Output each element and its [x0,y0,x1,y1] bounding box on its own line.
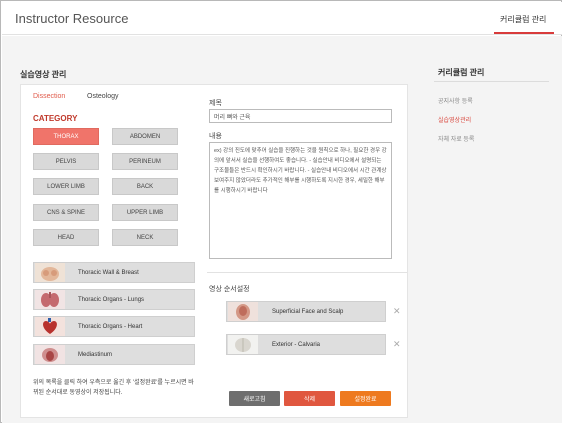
order-item-label: Exterior - Calvaria [272,341,321,348]
delete-button[interactable]: 삭제 [284,391,335,406]
order-item-face-scalp[interactable]: Superficial Face and Scalp [226,301,386,322]
organ-item-label: Thoracic Organs - Heart [78,323,143,330]
help-text: 위의 목록을 클릭 하여 우측으로 옮긴 후 '설정완료'를 누르시면 바뀌된 … [33,380,194,396]
organ-item-label: Thoracic Wall & Breast [78,269,139,276]
remove-order-item-close-icon[interactable]: ✕ [393,339,401,350]
organ-item-heart[interactable]: Thoracic Organs - Heart [33,316,195,337]
nav-tab-active-indicator [494,32,554,34]
organ-item-label: Thoracic Organs - Lungs [78,296,145,303]
organ-item-mediastinum[interactable]: Mediastinum [33,344,195,365]
organ-item-label: Mediastinum [78,351,113,358]
category-heading: CATEGORY [33,114,78,123]
app-window: Instructor Resource 커리큘럼 관리 실습영상 관리 Diss… [0,0,562,423]
sidebar-link-notice[interactable]: 공지사항 등록 [438,96,473,105]
sidebar-title: 커리큘럼 관리 [438,68,485,77]
organ-item-lungs[interactable]: Thoracic Organs - Lungs [33,289,195,310]
content-textarea[interactable]: ex) 강의 진도에 맞추어 실습을 진행하는 것을 원칙으로 하나, 필요한 … [209,142,392,259]
tab-dissection[interactable]: Dissection [33,93,65,100]
remove-order-item-close-icon[interactable]: ✕ [393,306,401,317]
title-label: 제목 [209,100,222,107]
heart-thumbnail-icon [35,317,65,336]
category-button-back[interactable]: BACK [112,178,178,195]
app-title: Instructor Resource [15,11,129,26]
tab-osteology[interactable]: Osteology [87,93,119,100]
sidebar-link-resource[interactable]: 자체 자료 등록 [438,134,474,143]
category-button-pelvis[interactable]: PELVIS [33,153,99,170]
content-label: 내용 [209,133,222,140]
face-scalp-thumbnail-icon [228,302,258,321]
organ-item-thoracic-wall[interactable]: Thoracic Wall & Breast [33,262,195,283]
reset-button[interactable]: 새로고침 [229,391,280,406]
category-button-head[interactable]: HEAD [33,229,99,246]
divider [207,272,407,273]
category-button-neck[interactable]: NECK [112,229,178,246]
section-title: 실습영상 관리 [20,70,67,79]
calvaria-thumbnail-icon [228,335,258,354]
lungs-thumbnail-icon [35,290,65,309]
mediastinum-thumbnail-icon [35,345,65,364]
category-button-abdomen[interactable]: ABDOMEN [112,128,178,145]
sidebar-divider [434,81,549,82]
category-button-perineum[interactable]: PERINEUM [112,153,178,170]
nav-tab-curriculum[interactable]: 커리큘럼 관리 [500,14,546,25]
order-label: 영상 순서설정 [209,286,250,293]
order-item-calvaria[interactable]: Exterior - Calvaria [226,334,386,355]
category-button-thorax[interactable]: THORAX [33,128,99,145]
title-input[interactable]: 머리 뼈와 근육 [209,109,392,123]
save-button[interactable]: 설정완료 [340,391,391,406]
thoracic-wall-thumbnail-icon [35,263,65,282]
header: Instructor Resource 커리큘럼 관리 [2,2,562,35]
category-button-cns-spine[interactable]: CNS & SPINE [33,204,99,221]
category-button-upper-limb[interactable]: UPPER LIMB [112,204,178,221]
category-button-lower-limb[interactable]: LOWER LIMB [33,178,99,195]
order-item-label: Superficial Face and Scalp [272,308,344,315]
sidebar-link-video-management[interactable]: 실습영상관리 [438,115,471,124]
